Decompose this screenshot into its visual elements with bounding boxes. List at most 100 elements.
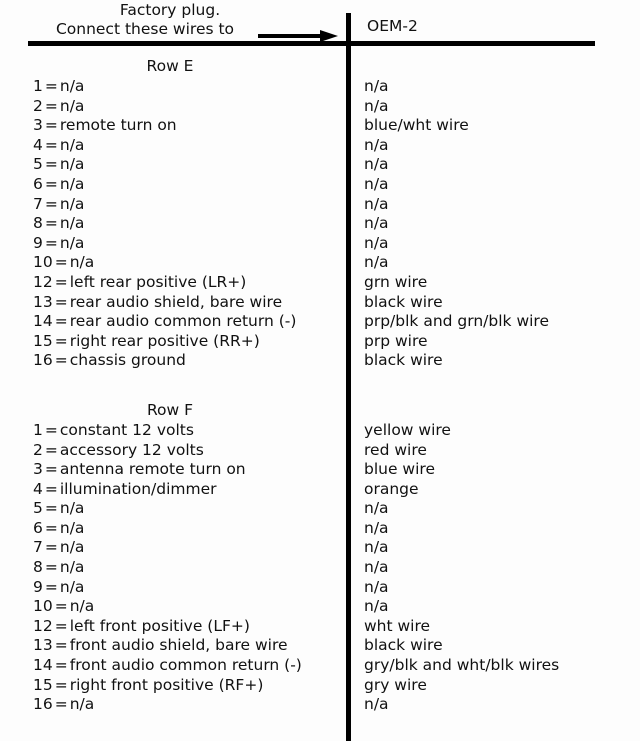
table-row: 13 = rear audio shield, bare wire black wir…: [0, 293, 640, 313]
pin-number: 16: [33, 351, 53, 370]
table-row: 12 = left front positive (LF+) wht wire: [0, 617, 640, 637]
pin-number: 15: [33, 331, 53, 350]
pin-separator: =: [44, 174, 58, 193]
wire-color-cell: black wire: [364, 292, 443, 311]
header: Factory plug. Connect these wires to OEM…: [0, 0, 640, 47]
pin-function: remote turn on: [59, 116, 177, 135]
pin-function-cell: 1 = n/a: [33, 77, 84, 97]
table-row: 9 = n/a n/a: [0, 234, 640, 254]
target-connector-label: OEM-2: [367, 17, 418, 35]
pin-separator: =: [54, 331, 68, 350]
wire-color-cell: grn wire: [364, 272, 428, 291]
table-row: 15 = right rear positive (RR+) prp wire: [0, 332, 640, 352]
pin-number: 12: [33, 616, 53, 635]
pin-function: accessory 12 volts: [59, 440, 204, 459]
pin-function-cell: 2 = accessory 12 volts: [33, 441, 204, 461]
pin-function: n/a: [59, 538, 85, 557]
table-row: 10 = n/a n/a: [0, 253, 640, 273]
pin-number: 2: [33, 96, 43, 115]
pin-number: 9: [33, 233, 43, 252]
pin-number: 14: [33, 312, 53, 331]
table-row: 5 = n/a n/a: [0, 499, 640, 519]
table-row: 4 = illumination/dimmer orange: [0, 480, 640, 500]
pin-function: n/a: [59, 577, 85, 596]
pin-separator: =: [44, 116, 58, 135]
pin-function: n/a: [59, 214, 85, 233]
pin-number: 1: [33, 420, 43, 439]
wire-color-cell: wht wire: [364, 616, 431, 635]
pin-number: 6: [33, 518, 43, 537]
pin-function-cell: 16 = n/a: [33, 695, 94, 715]
pin-number: 4: [33, 135, 43, 154]
wire-color-cell: orange: [364, 479, 419, 498]
pin-separator: =: [54, 695, 68, 714]
pin-separator: =: [44, 233, 58, 252]
pin-function-cell: 5 = n/a: [33, 155, 84, 175]
pinout-section: Row F 1 = constant 12 volts yellow wire 2 = acc…: [0, 391, 640, 715]
pin-separator: =: [44, 135, 58, 154]
wire-color-cell: prp wire: [364, 331, 428, 350]
table-row: 7 = n/a n/a: [0, 538, 640, 558]
pin-function: left front positive (LF+): [69, 616, 250, 635]
pin-function-cell: 14 = front audio common return (-): [33, 656, 302, 676]
pin-separator: =: [44, 558, 58, 577]
pin-separator: =: [54, 253, 68, 272]
table-row: 14 = front audio common return (-) gry/blk …: [0, 656, 640, 676]
pin-number: 7: [33, 538, 43, 557]
table-row: 15 = right front positive (RF+) gry wire: [0, 676, 640, 696]
pin-function: rear audio shield, bare wire: [69, 292, 283, 311]
wire-color-cell: gry wire: [364, 675, 427, 694]
pin-separator: =: [54, 675, 68, 694]
pin-function: chassis ground: [69, 351, 186, 370]
pin-separator: =: [44, 420, 58, 439]
pin-number: 8: [33, 214, 43, 233]
pin-function-cell: 13 = rear audio shield, bare wire: [33, 293, 282, 313]
pin-number: 3: [33, 460, 43, 479]
pin-separator: =: [54, 656, 68, 675]
pin-function-cell: 7 = n/a: [33, 538, 84, 558]
pin-number: 16: [33, 695, 53, 714]
pin-function-cell: 6 = n/a: [33, 519, 84, 539]
pin-separator: =: [54, 272, 68, 291]
table-row: 1 = n/a n/a: [0, 77, 640, 97]
pin-number: 5: [33, 499, 43, 518]
wire-color-cell: n/a: [364, 155, 389, 174]
pin-function: n/a: [69, 253, 95, 272]
wire-color-cell: black wire: [364, 351, 443, 370]
pin-separator: =: [44, 155, 58, 174]
pin-function-cell: 9 = n/a: [33, 578, 84, 598]
pin-separator: =: [44, 460, 58, 479]
table-row: 12 = left rear positive (LR+) grn wire: [0, 273, 640, 293]
table-row: 7 = n/a n/a: [0, 195, 640, 215]
pin-number: 2: [33, 440, 43, 459]
pin-separator: =: [54, 312, 68, 331]
table-row: 3 = antenna remote turn on blue wire: [0, 460, 640, 480]
pin-function: rear audio common return (-): [69, 312, 297, 331]
section-title: Row E: [146, 57, 194, 75]
pin-function: illumination/dimmer: [59, 479, 217, 498]
table-row: 8 = n/a n/a: [0, 558, 640, 578]
wire-color-cell: n/a: [364, 499, 389, 518]
pin-separator: =: [44, 440, 58, 459]
pin-function: n/a: [59, 499, 85, 518]
pin-function-cell: 4 = illumination/dimmer: [33, 480, 217, 500]
table-row: 8 = n/a n/a: [0, 214, 640, 234]
pin-function: front audio common return (-): [69, 656, 302, 675]
pin-separator: =: [44, 577, 58, 596]
pin-separator: =: [44, 479, 58, 498]
wire-color-cell: n/a: [364, 518, 389, 537]
pin-function-cell: 15 = right rear positive (RR+): [33, 332, 260, 352]
section-title: Row F: [146, 400, 194, 419]
wire-color-cell: n/a: [364, 577, 389, 596]
pin-separator: =: [54, 597, 68, 616]
pin-separator: =: [54, 636, 68, 655]
pin-function-cell: 10 = n/a: [33, 597, 94, 617]
wire-color-cell: n/a: [364, 253, 389, 272]
wire-color-cell: n/a: [364, 96, 389, 115]
wire-color-cell: n/a: [364, 233, 389, 252]
table-row: 9 = n/a n/a: [0, 578, 640, 598]
table-row: 14 = rear audio common return (-) prp/blk a…: [0, 312, 640, 332]
wire-color-cell: n/a: [364, 174, 389, 193]
pin-function: n/a: [59, 518, 85, 537]
header-divider-horizontal: [28, 41, 595, 46]
